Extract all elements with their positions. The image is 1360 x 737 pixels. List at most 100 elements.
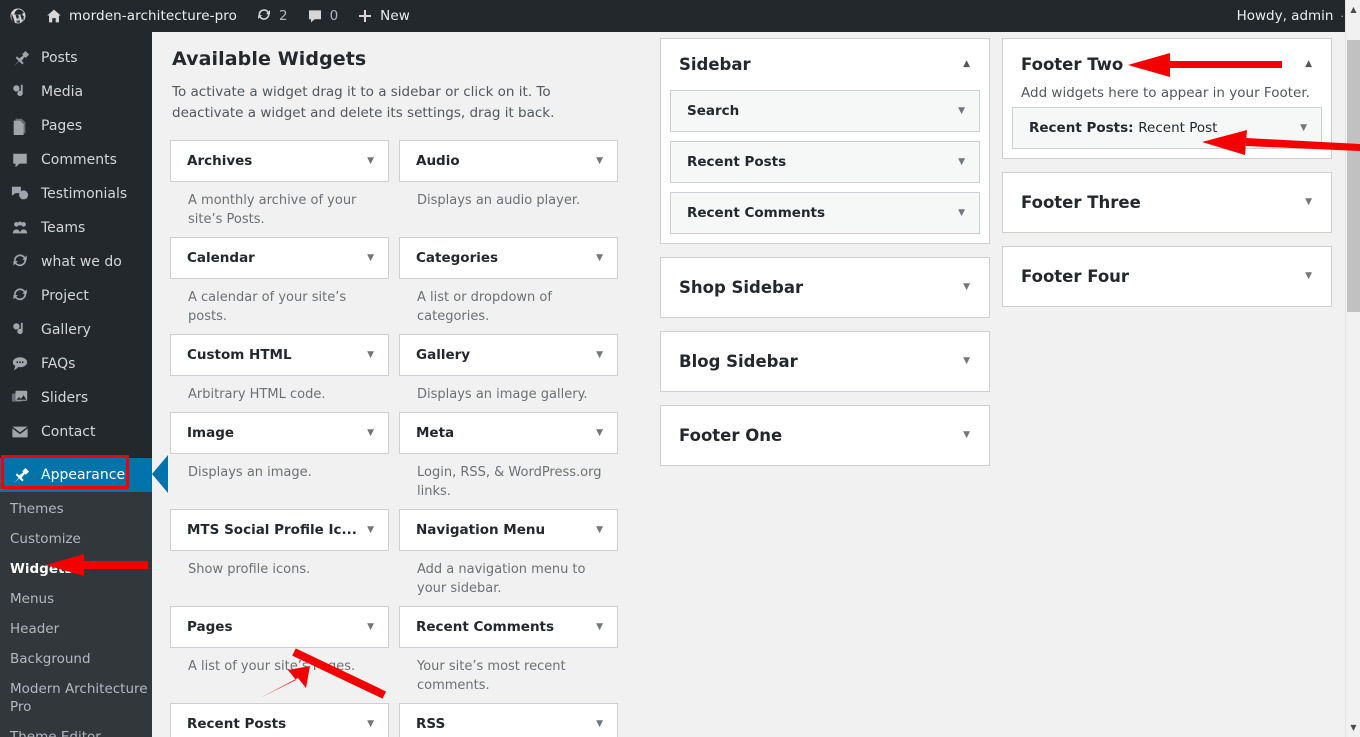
available-widget-card[interactable]: MTS Social Profile Ic...▼ bbox=[170, 509, 389, 551]
widget-area-box: Footer One▼ bbox=[660, 405, 990, 466]
chevron-up-icon[interactable]: ▲ bbox=[963, 60, 970, 69]
sidebar-item-label: Contact bbox=[41, 424, 95, 440]
chevron-down-icon[interactable]: ▼ bbox=[367, 720, 374, 729]
site-name-menu[interactable]: morden-architecture-pro bbox=[36, 0, 246, 32]
chevron-down-icon[interactable]: ▼ bbox=[1305, 272, 1312, 281]
appearance-highlight-box bbox=[1, 455, 129, 489]
available-widget-card[interactable]: RSS▼ bbox=[399, 703, 618, 737]
available-widget-card[interactable]: Image▼ bbox=[170, 412, 389, 454]
sidebar-item-label: Gallery bbox=[41, 322, 91, 338]
chevron-down-icon[interactable]: ▼ bbox=[1305, 198, 1312, 207]
available-widget-card[interactable]: Archives▼ bbox=[170, 140, 389, 182]
widget-area-title: Footer Two bbox=[1021, 55, 1123, 74]
sidebar-item-what we do[interactable]: what we do bbox=[0, 245, 152, 279]
updates-count: 2 bbox=[279, 8, 288, 24]
sidebar-item-testimonials[interactable]: Testimonials bbox=[0, 177, 152, 211]
chevron-down-icon[interactable]: ▼ bbox=[596, 254, 603, 263]
chevron-down-icon[interactable]: ▼ bbox=[367, 623, 374, 632]
submenu-item-background[interactable]: Background bbox=[0, 644, 152, 674]
chevron-down-icon[interactable]: ▼ bbox=[596, 720, 603, 729]
chevron-down-icon[interactable]: ▼ bbox=[367, 157, 374, 166]
available-widget-card[interactable]: Meta▼ bbox=[399, 412, 618, 454]
chevron-down-icon[interactable]: ▼ bbox=[1300, 124, 1307, 133]
scrollbar-thumb[interactable] bbox=[1347, 40, 1360, 312]
chevron-down-icon[interactable]: ▼ bbox=[596, 526, 603, 535]
widget-area-body: Search▼ Recent Posts▼ Recent Comments▼ bbox=[661, 90, 989, 243]
chevron-down-icon[interactable]: ▼ bbox=[367, 254, 374, 263]
available-widget-card[interactable]: Audio ▼ bbox=[399, 140, 618, 182]
widget-area-header[interactable]: Footer One▼ bbox=[661, 406, 989, 465]
scroll-up-arrow-icon[interactable]: ▲ bbox=[1346, 2, 1360, 17]
available-widget-description: A calendar of your site’s posts. bbox=[170, 279, 389, 326]
assigned-widget[interactable]: Recent Posts▼ bbox=[670, 141, 980, 183]
sidebar-item-label: Comments bbox=[41, 152, 117, 168]
available-widget-card[interactable]: Recent Posts▼ bbox=[170, 703, 389, 737]
sidebar-item-comments[interactable]: Comments bbox=[0, 143, 152, 177]
assigned-widget[interactable]: Recent Posts: Recent Post▼ bbox=[1012, 107, 1322, 149]
wordpress-logo-menu[interactable] bbox=[0, 0, 36, 32]
available-widget-title: Audio bbox=[416, 153, 460, 169]
available-widget-card[interactable]: Gallery ▼ bbox=[399, 334, 618, 376]
sidebar-item-sliders[interactable]: Sliders bbox=[0, 381, 152, 415]
available-widget-card[interactable]: Pages▼ bbox=[170, 606, 389, 648]
new-content-menu[interactable]: New bbox=[347, 0, 419, 32]
chevron-down-icon[interactable]: ▼ bbox=[963, 357, 970, 366]
howdy-menu[interactable]: Howdy, admin · bbox=[1237, 8, 1360, 24]
sidebar-item-contact[interactable]: Contact bbox=[0, 415, 152, 449]
chevron-down-icon[interactable]: ▼ bbox=[958, 107, 965, 116]
chevron-down-icon[interactable]: ▼ bbox=[596, 623, 603, 632]
page-scrollbar[interactable]: ▲ ▼ bbox=[1345, 0, 1360, 737]
widget-area-header[interactable]: Shop Sidebar▼ bbox=[661, 258, 989, 317]
new-label: New bbox=[380, 8, 410, 24]
sidebar-item-project[interactable]: Project bbox=[0, 279, 152, 313]
sidebar-item-gallery[interactable]: Gallery bbox=[0, 313, 152, 347]
chevron-down-icon[interactable]: ▼ bbox=[596, 351, 603, 360]
submenu-item-menus[interactable]: Menus bbox=[0, 584, 152, 614]
chevron-down-icon[interactable]: ▼ bbox=[596, 429, 603, 438]
updates-icon bbox=[255, 7, 273, 25]
available-widget-cell: Pages▼A list of your site’s Pages. bbox=[170, 606, 389, 695]
scroll-down-arrow-icon[interactable]: ▼ bbox=[1346, 720, 1360, 735]
widget-area-description: Add widgets here to appear in your Foote… bbox=[1003, 84, 1331, 107]
widget-area-header[interactable]: Blog Sidebar▼ bbox=[661, 332, 989, 391]
sidebar-item-label: Project bbox=[41, 288, 89, 304]
chevron-down-icon[interactable]: ▼ bbox=[367, 526, 374, 535]
widget-area-box: Footer Two ▲ Add widgets here to appear in… bbox=[1002, 38, 1332, 159]
chevron-down-icon[interactable]: ▼ bbox=[367, 429, 374, 438]
sidebar-item-teams[interactable]: Teams bbox=[0, 211, 152, 245]
assigned-widget[interactable]: Search▼ bbox=[670, 90, 980, 132]
submenu-item-theme editor[interactable]: Theme Editor bbox=[0, 722, 152, 737]
available-widget-card[interactable]: Navigation Menu▼ bbox=[399, 509, 618, 551]
comments-menu[interactable]: 0 bbox=[297, 0, 348, 32]
available-widget-card[interactable]: Custom HTML▼ bbox=[170, 334, 389, 376]
widget-area-header[interactable]: Footer Four▼ bbox=[1003, 247, 1331, 306]
chevron-down-icon[interactable]: ▼ bbox=[963, 283, 970, 292]
available-widget-card[interactable]: Calendar▼ bbox=[170, 237, 389, 279]
submenu-item-widgets[interactable]: Widgets bbox=[0, 554, 152, 584]
sidebar-item-faqs[interactable]: FAQs bbox=[0, 347, 152, 381]
available-widget-description: Add a navigation menu to your sidebar. bbox=[399, 551, 618, 598]
submenu-item-modern architecture pro[interactable]: Modern Architecture Pro bbox=[0, 674, 152, 722]
sidebar-item-pages[interactable]: Pages bbox=[0, 109, 152, 143]
chevron-down-icon[interactable]: ▼ bbox=[958, 158, 965, 167]
sidebar-item-media[interactable]: Media bbox=[0, 75, 152, 109]
submenu-item-themes[interactable]: Themes bbox=[0, 494, 152, 524]
available-widget-card[interactable]: Categories▼ bbox=[399, 237, 618, 279]
widget-area-header[interactable]: Footer Two ▲ bbox=[1003, 39, 1331, 90]
updates-menu[interactable]: 2 bbox=[246, 0, 297, 32]
submenu-item-customize[interactable]: Customize bbox=[0, 524, 152, 554]
available-widget-title: Gallery bbox=[416, 347, 470, 363]
widget-area-header[interactable]: Sidebar▲ bbox=[661, 39, 989, 90]
submenu-item-header[interactable]: Header bbox=[0, 614, 152, 644]
widget-area-header[interactable]: Footer Three▼ bbox=[1003, 173, 1331, 232]
chevron-down-icon[interactable]: ▼ bbox=[367, 351, 374, 360]
chevron-down-icon[interactable]: ▼ bbox=[963, 431, 970, 440]
sidebar-item-posts[interactable]: Posts bbox=[0, 41, 152, 75]
sidebar-item-label: Media bbox=[41, 84, 83, 100]
chevron-down-icon[interactable]: ▼ bbox=[596, 157, 603, 166]
available-widget-card[interactable]: Recent Comments▼ bbox=[399, 606, 618, 648]
refresh-icon bbox=[10, 286, 30, 306]
assigned-widget[interactable]: Recent Comments▼ bbox=[670, 192, 980, 234]
chevron-up-icon[interactable]: ▲ bbox=[1305, 60, 1312, 69]
chevron-down-icon[interactable]: ▼ bbox=[958, 209, 965, 218]
